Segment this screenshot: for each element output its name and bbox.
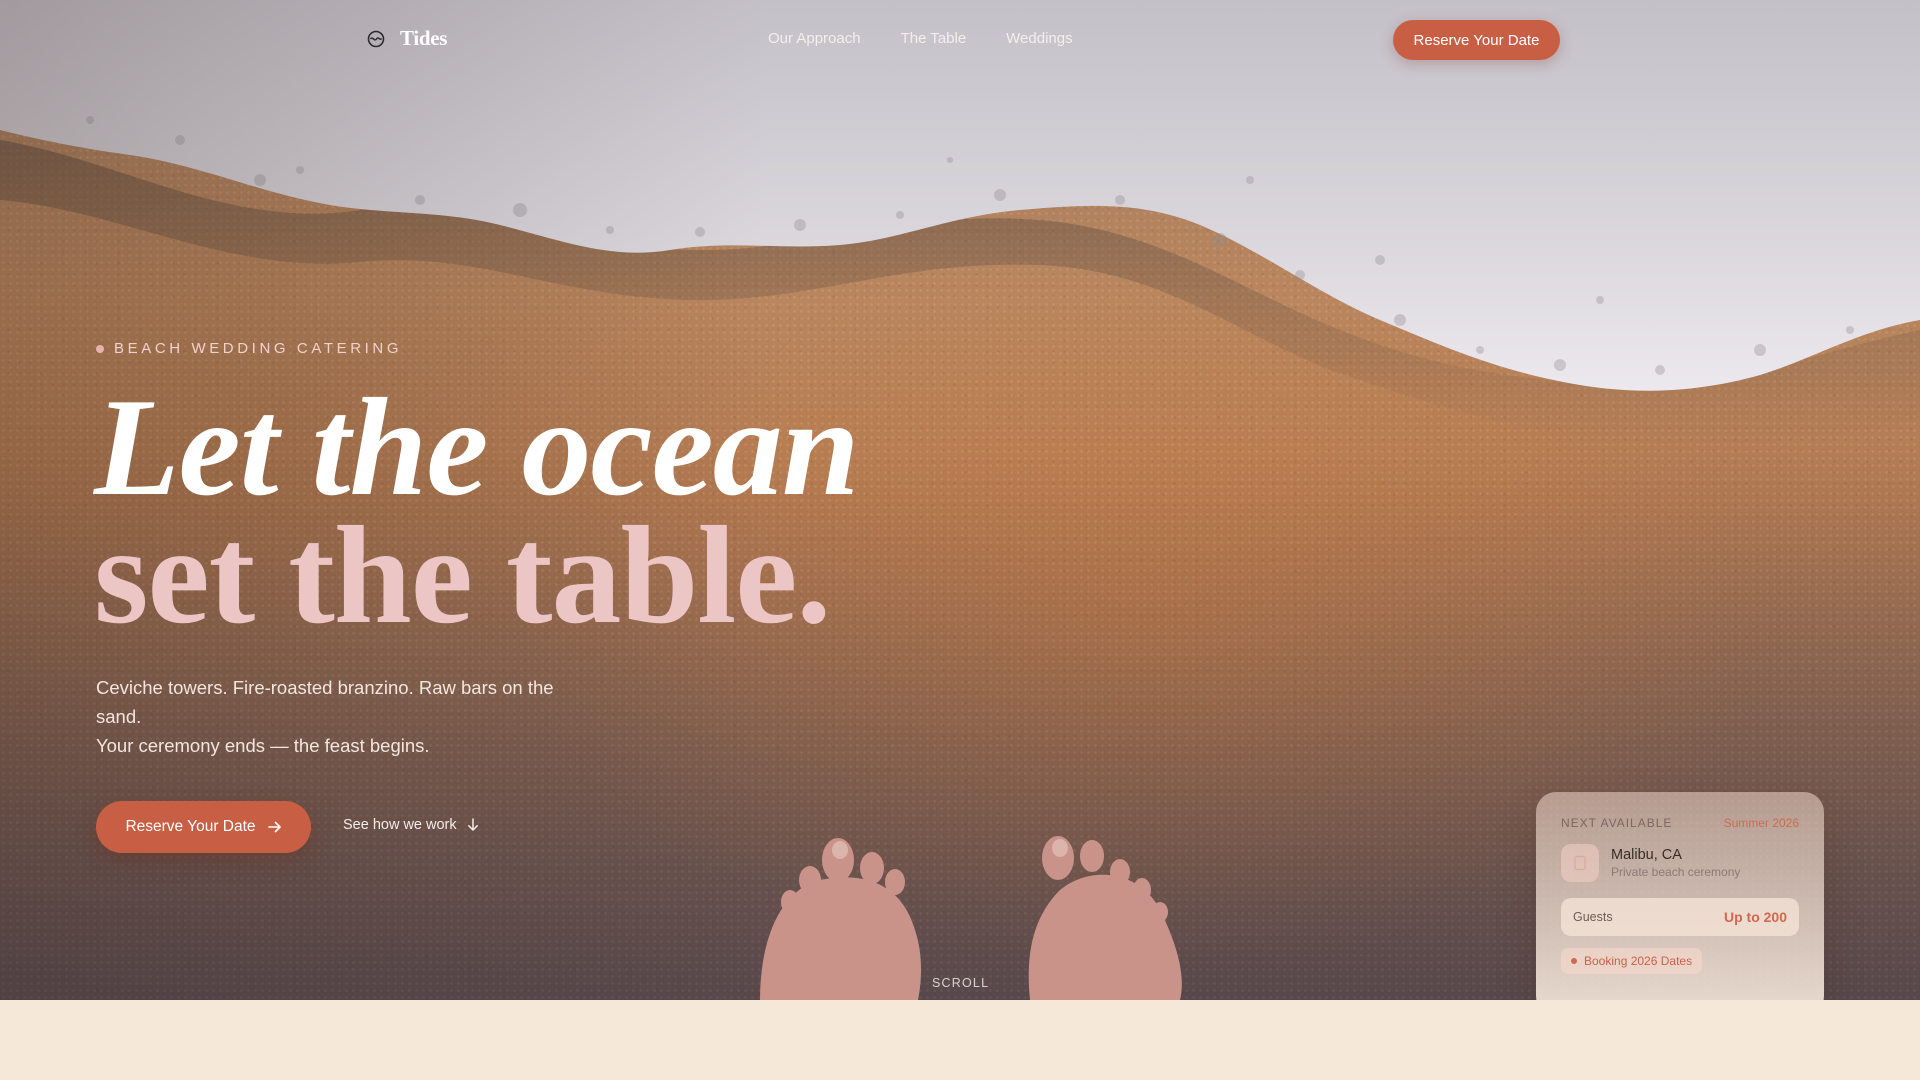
availability-card: NEXT AVAILABLE Summer 2026 Malibu, CA Pr… (1536, 792, 1824, 1016)
hero-reserve-label: Reserve Your Date (125, 818, 256, 835)
nav-link-our-approach[interactable]: Our Approach (768, 30, 861, 47)
card-header: NEXT AVAILABLE Summer 2026 (1561, 816, 1799, 830)
brand-name: Tides (400, 26, 448, 50)
location-type: Private beach ceremony (1611, 865, 1741, 879)
arrow-down-icon (467, 818, 479, 832)
eyebrow-dot (96, 344, 104, 353)
scroll-hint: SCROLL (932, 976, 990, 990)
brand-logo[interactable]: Tides (366, 26, 447, 51)
see-how-we-work-link[interactable]: See how we work (343, 817, 479, 833)
location-city: Malibu, CA (1611, 847, 1682, 863)
arrow-right-icon (267, 820, 282, 834)
top-nav: Tides Our Approach The Table Weddings Re… (0, 0, 1920, 80)
location-pin-icon (1561, 844, 1599, 882)
guests-row: Guests Up to 200 (1561, 898, 1799, 936)
nav-link-weddings[interactable]: Weddings (1006, 30, 1072, 47)
hero-subcopy: Ceviche towers. Fire-roasted branzino. R… (96, 673, 566, 760)
nav-links: Our Approach The Table Weddings (768, 30, 1073, 47)
badge-text: Booking 2026 Dates (1584, 954, 1693, 968)
card-label: NEXT AVAILABLE (1561, 816, 1673, 830)
feet-illustration (760, 836, 1182, 1000)
card-season: Summer 2026 (1723, 816, 1799, 830)
eyebrow-text: BEACH WEDDING CATERING (114, 340, 403, 357)
headline-line-1: Let the ocean (94, 370, 860, 525)
below-fold-section (0, 1000, 1920, 1080)
guests-label: Guests (1573, 910, 1613, 924)
nav-reserve-button[interactable]: Reserve Your Date (1393, 20, 1560, 60)
guests-value: Up to 200 (1723, 909, 1787, 925)
hero-headline: Let the ocean set the table. (94, 370, 860, 653)
wave-logo-icon (367, 30, 385, 47)
badge-dot (1571, 958, 1577, 964)
nav-link-the-table[interactable]: The Table (901, 30, 967, 47)
booking-badge: Booking 2026 Dates (1561, 948, 1703, 974)
headline-line-2: set the table. (94, 498, 831, 653)
subcopy-line-2: Your ceremony ends — the feast begins. (96, 735, 430, 756)
hero-eyebrow: BEACH WEDDING CATERING (96, 340, 402, 357)
see-how-label: See how we work (343, 817, 457, 833)
hero-reserve-button[interactable]: Reserve Your Date (96, 801, 311, 853)
card-location: Malibu, CA Private beach ceremony (1561, 844, 1799, 882)
subcopy-line-1: Ceviche towers. Fire-roasted branzino. R… (96, 677, 554, 727)
